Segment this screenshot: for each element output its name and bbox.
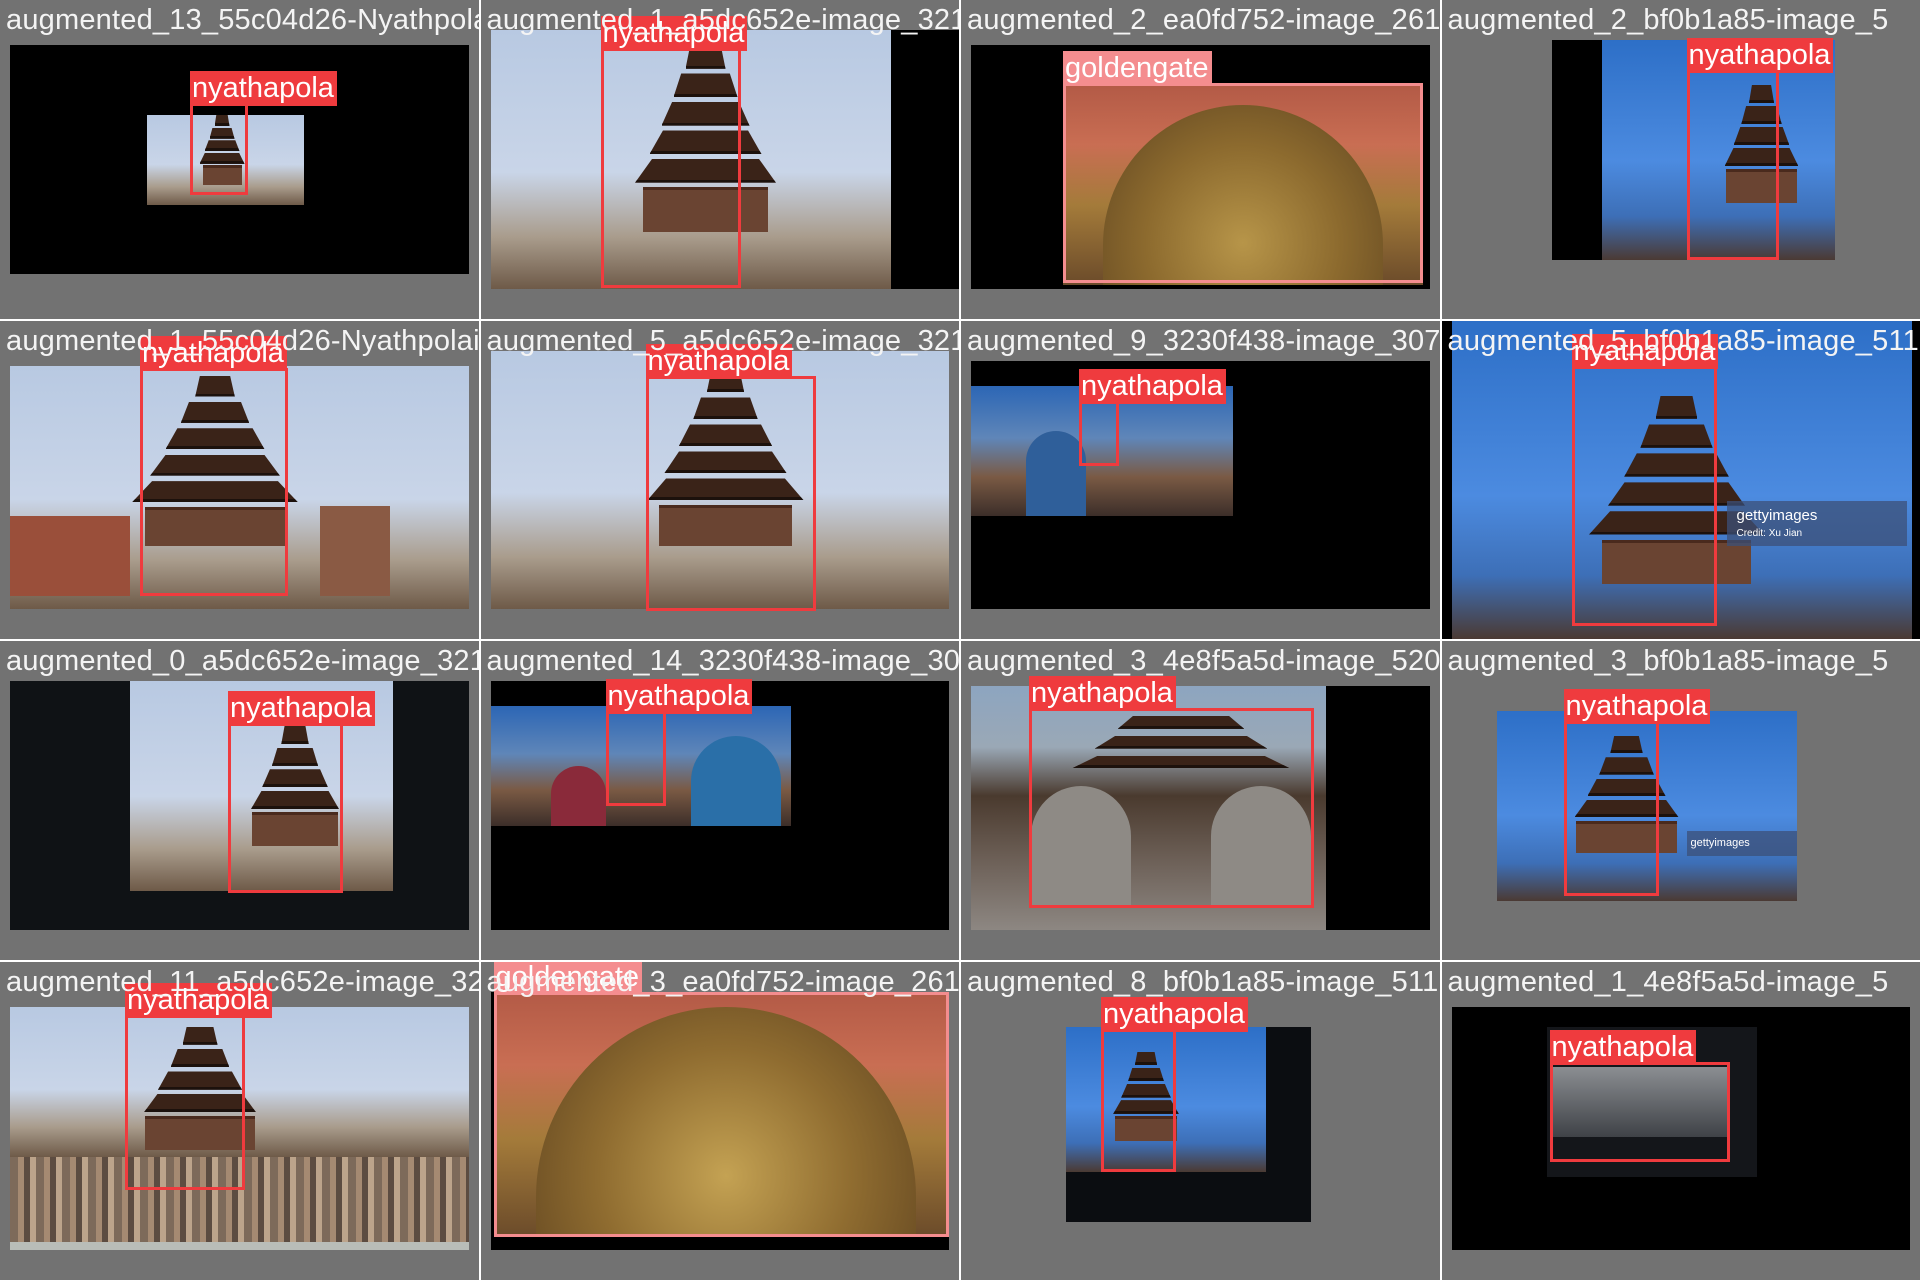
- tile-title: augmented_8_bf0b1a85-image_511.png: [967, 965, 1440, 998]
- tile-title: augmented_1_a5dc652e-image_321.png: [486, 4, 960, 36]
- tile-title: augmented_2_ea0fd752-image_261.png: [967, 4, 1440, 36]
- detection-box[interactable]: nyathapola: [645, 343, 816, 611]
- tile-2[interactable]: augmented_1_a5dc652e-image_321.png nyath…: [480, 0, 960, 319]
- detection-box[interactable]: nyathapola: [1686, 38, 1834, 260]
- tile-16[interactable]: augmented_1_4e8f5a5d-image_5 nyathapola: [1441, 961, 1920, 1280]
- tile-14[interactable]: augmented_3_ea0fd752-image_261.png golde…: [480, 961, 960, 1280]
- detection-box[interactable]: nyathapola: [1549, 1029, 1730, 1162]
- tile-title: augmented_3_4e8f5a5d-image_520.png: [967, 645, 1440, 677]
- detection-batch-grid: augmented_13_55c04d26-Nyathpolaimg nyath…: [0, 0, 1920, 1280]
- class-label: nyathapola: [1549, 1029, 1697, 1065]
- tile-title: augmented_5_bf0b1a85-image_511.png: [1447, 324, 1920, 357]
- tile-title: augmented_14_3230f438-image_307.png: [486, 645, 960, 677]
- tile-13[interactable]: augmented_11_a5dc652e-image_321.png nyat…: [0, 961, 479, 1280]
- detection-box[interactable]: nyathapola: [125, 982, 272, 1190]
- class-label: nyathapola: [190, 71, 337, 106]
- tile-title: augmented_1_55c04d26-Nyathpolaimg: [6, 324, 479, 357]
- tile-10[interactable]: augmented_14_3230f438-image_307.png nyat…: [480, 641, 960, 960]
- tile-4[interactable]: augmented_2_bf0b1a85-image_5 nyathapola: [1441, 0, 1920, 319]
- tile-title: augmented_2_bf0b1a85-image_5: [1447, 4, 1889, 36]
- detection-box[interactable]: nyathapola: [1029, 676, 1314, 908]
- detection-box[interactable]: nyathapola: [190, 71, 337, 195]
- tile-9[interactable]: augmented_0_a5dc652e-image_321.png nyath…: [0, 641, 479, 960]
- tile-title: augmented_5_a5dc652e-image_321.png: [486, 324, 960, 357]
- class-label: nyathapola: [605, 679, 753, 714]
- tile-7[interactable]: augmented_9_3230f438-image_307.png nyath…: [961, 320, 1440, 639]
- detection-box[interactable]: nyathapola: [228, 691, 375, 893]
- detection-box[interactable]: nyathapola: [1101, 996, 1248, 1172]
- detection-box[interactable]: nyathapola: [600, 16, 748, 288]
- class-label: nyathapola: [228, 691, 375, 726]
- detection-box[interactable]: nyathapola: [1571, 333, 1719, 626]
- detection-box[interactable]: goldengate: [1063, 51, 1423, 283]
- tile-1[interactable]: augmented_13_55c04d26-Nyathpolaimg nyath…: [0, 0, 479, 319]
- watermark: gettyimages Credit: Xu Jian: [1726, 500, 1907, 546]
- tile-3[interactable]: augmented_2_ea0fd752-image_261.png golde…: [961, 0, 1440, 319]
- class-label: nyathapola: [1079, 368, 1226, 404]
- watermark: gettyimages: [1686, 831, 1797, 856]
- detection-box[interactable]: nyathapola: [1563, 689, 1711, 896]
- tile-8[interactable]: augmented_5_bf0b1a85-image_511.png getty…: [1441, 320, 1920, 639]
- class-label: nyathapola: [1029, 676, 1176, 711]
- tile-12[interactable]: augmented_3_bf0b1a85-image_5 gettyimages…: [1441, 641, 1920, 960]
- detection-box[interactable]: nyathapola: [605, 679, 753, 806]
- tile-title: augmented_3_bf0b1a85-image_5: [1447, 645, 1889, 677]
- tile-title: augmented_0_a5dc652e-image_321.png: [6, 645, 479, 677]
- class-label: nyathapola: [1686, 38, 1834, 73]
- detection-box[interactable]: nyathapola: [140, 335, 288, 596]
- tile-title: augmented_3_ea0fd752-image_261.png: [486, 965, 960, 998]
- tile-6[interactable]: augmented_5_a5dc652e-image_321.png nyath…: [480, 320, 960, 639]
- tile-title: augmented_11_a5dc652e-image_321.png: [6, 965, 479, 998]
- tile-title: augmented_1_4e8f5a5d-image_5: [1447, 965, 1889, 998]
- class-label: nyathapola: [1101, 996, 1248, 1032]
- tile-title: augmented_9_3230f438-image_307.png: [967, 324, 1440, 357]
- tile-title: augmented_13_55c04d26-Nyathpolaimg: [6, 4, 479, 36]
- tile-5[interactable]: augmented_1_55c04d26-Nyathpolaimg nyatha…: [0, 320, 479, 639]
- tile-11[interactable]: augmented_3_4e8f5a5d-image_520.png nyath…: [961, 641, 1440, 960]
- detection-box[interactable]: goldengate: [493, 961, 949, 1237]
- detection-box[interactable]: nyathapola: [1079, 368, 1226, 466]
- tile-15[interactable]: augmented_8_bf0b1a85-image_511.png nyath…: [961, 961, 1440, 1280]
- class-label: goldengate: [1063, 51, 1212, 86]
- class-label: nyathapola: [1563, 689, 1711, 724]
